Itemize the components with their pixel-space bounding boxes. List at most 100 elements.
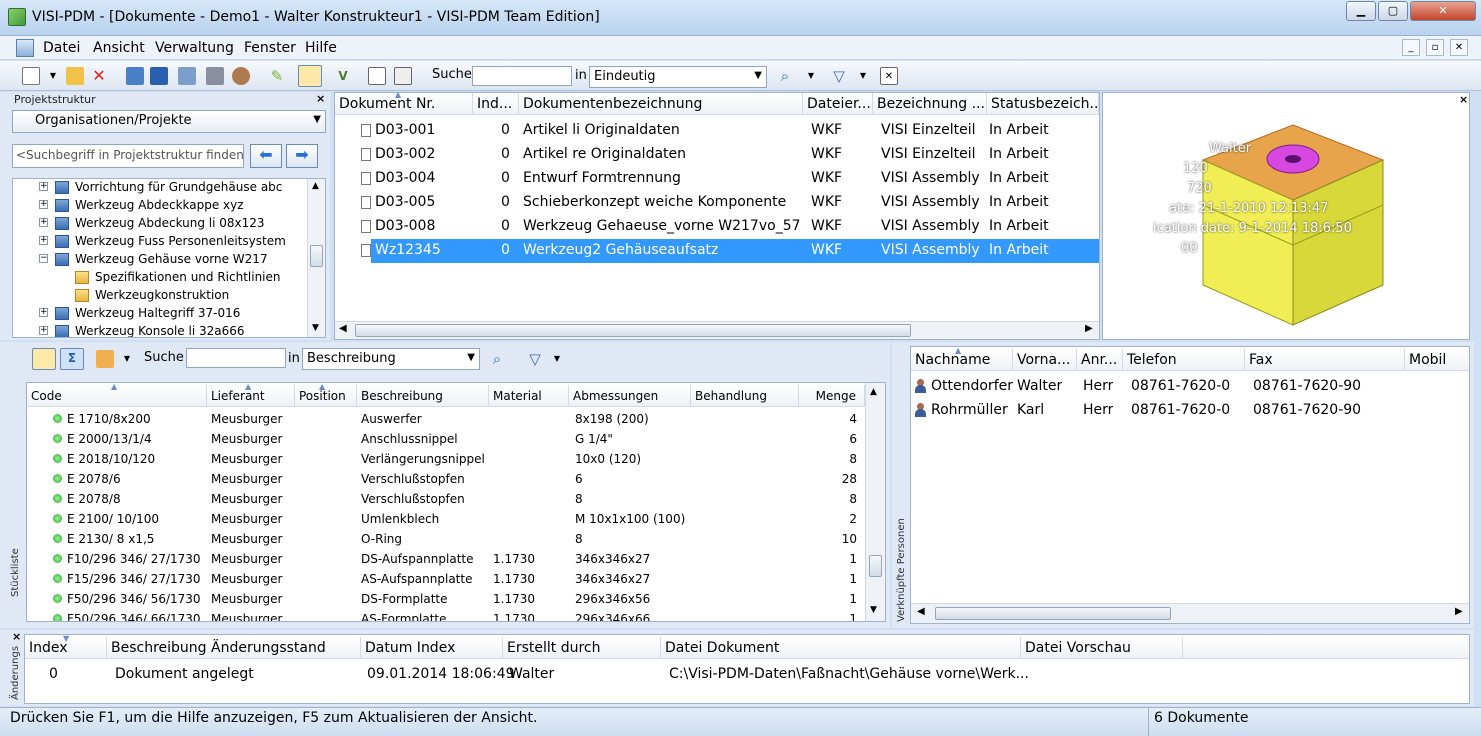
tree-structure-icon[interactable] <box>32 348 56 370</box>
tree-vertical-scrollbar[interactable]: ▲ ▼ <box>307 179 325 337</box>
tree-item[interactable]: + Werkzeug Abdeckung li 08x123 <box>13 215 313 233</box>
persons-column-header[interactable]: Nachname <box>911 349 1013 371</box>
bom-row[interactable]: E 2130/ 8 x1,5 Meusburger O-Ring 8 10 <box>27 529 865 549</box>
scroll-up-icon[interactable]: ▲ <box>870 387 877 397</box>
tree-expander-icon[interactable]: + <box>39 236 48 245</box>
persons-horizontal-scrollbar[interactable]: ◀ ▶ <box>911 603 1469 623</box>
next-arrow-icon[interactable]: ➡ <box>286 144 318 168</box>
scrollbar-thumb[interactable] <box>310 245 323 267</box>
document-row[interactable]: D03-004 0 Entwurf Formtrennung WKF VISI Asse… <box>335 167 1099 191</box>
document-row[interactable]: D03-005 0 Schieberkonzept weiche Komponent… <box>335 191 1099 215</box>
document-row[interactable]: D03-008 0 Werkzeug Gehaeuse_vorne W217vo_5… <box>335 215 1099 239</box>
tree-item[interactable]: + Werkzeug Fuss Personenleitsystem <box>13 233 313 251</box>
menu-ansicht[interactable]: Ansicht <box>93 40 145 56</box>
tree-expander-icon[interactable]: + <box>39 308 48 317</box>
report-options-arrow-icon[interactable]: ▼ <box>118 350 136 368</box>
scrollbar-thumb[interactable] <box>935 607 1171 620</box>
changes-column-header[interactable]: Erstellt durch <box>503 637 661 659</box>
scroll-up-icon[interactable]: ▲ <box>312 181 319 191</box>
documents-column-header[interactable]: Ind... <box>473 93 519 115</box>
changes-column-header[interactable]: Datei Dokument <box>661 637 1021 659</box>
bom-column-header[interactable]: Position <box>295 385 357 407</box>
bom-row[interactable]: F50/296 346/ 56/1730 Meusburger DS-Formpla… <box>27 589 865 609</box>
tree-expander-icon[interactable]: + <box>39 200 48 209</box>
maximize-button[interactable]: ▢ <box>1378 1 1408 21</box>
bom-row[interactable]: E 2078/6 Meusburger Verschlußstopfen 6 28 <box>27 469 865 489</box>
tree-search-input[interactable]: <Suchbegriff in Projektstruktur finden> <box>12 144 244 168</box>
organisation-select[interactable]: Organisationen/Projekte ▼ <box>12 110 326 133</box>
delete-icon[interactable]: ✕ <box>90 67 108 85</box>
bom-vertical-scrollbar[interactable]: ▲ ▼ <box>865 383 885 621</box>
check-icon[interactable]: V <box>334 67 352 85</box>
export-icon[interactable] <box>368 67 386 85</box>
import-icon[interactable] <box>394 67 412 85</box>
tree-expander-icon[interactable]: + <box>39 326 48 335</box>
open-folder-icon[interactable] <box>66 67 84 85</box>
persons-column-header[interactable]: Telefon <box>1123 349 1245 371</box>
scrollbar-thumb[interactable] <box>355 324 911 337</box>
persons-column-header[interactable]: Fax <box>1245 349 1405 371</box>
scroll-right-icon[interactable]: ▶ <box>1085 323 1093 334</box>
search-input[interactable] <box>472 66 572 86</box>
bom-row[interactable]: E 2100/ 10/100 Meusburger Umlenkblech M 10x… <box>27 509 865 529</box>
bom-row[interactable]: E 2018/10/120 Meusburger Verlängerungsnipp… <box>27 449 865 469</box>
tree-expander-icon[interactable]: + <box>39 182 48 191</box>
bom-row[interactable]: F50/296 346/ 66/1730 Meusburger AS-Formpla… <box>27 609 865 621</box>
persons-column-header[interactable]: Vorna... <box>1013 349 1077 371</box>
menu-hilfe[interactable]: Hilfe <box>305 40 337 56</box>
mdi-restore-button[interactable]: ▫ <box>1426 39 1444 56</box>
bom-column-header[interactable]: Beschreibung <box>357 385 489 407</box>
tree-item[interactable]: + Werkzeug Abdeckkappe xyz <box>13 197 313 215</box>
tree-view-toggle-icon[interactable] <box>298 65 322 87</box>
tree-item[interactable]: + Vorrichtung für Grundgehäuse abc <box>13 179 313 197</box>
bom-column-header[interactable]: Material <box>489 385 569 407</box>
document-row[interactable]: D03-001 0 Artikel li Originaldaten WKF VISI … <box>335 119 1099 143</box>
search-options-arrow-icon[interactable]: ▼ <box>802 67 820 85</box>
filter-icon[interactable]: ▽ <box>830 67 848 85</box>
users-icon[interactable] <box>232 67 250 85</box>
document-row[interactable]: Wz12345 0 Werkzeug2 Gehäuseaufsatz WKF VISI … <box>361 239 1099 263</box>
form-icon[interactable] <box>178 67 196 85</box>
bom-filter-icon[interactable]: ▽ <box>526 350 544 368</box>
search-scope-select[interactable]: Eindeutig ▼ <box>589 66 767 88</box>
sum-icon[interactable]: Σ <box>60 348 84 370</box>
tree-expander-icon[interactable]: + <box>39 218 48 227</box>
report-icon[interactable] <box>96 350 114 368</box>
change-row[interactable]: 0 Dokument angelegt 09.01.2014 18:06:49 Wal… <box>25 663 1469 687</box>
bom-row[interactable]: E 1710/8x200 Meusburger Auswerfer 8x198 (20… <box>27 409 865 429</box>
scroll-right-icon[interactable]: ▶ <box>1455 606 1463 617</box>
menu-datei[interactable]: Datei <box>43 40 80 56</box>
bom-filter-arrow-icon[interactable]: ▼ <box>548 350 566 368</box>
bom-column-header[interactable]: Behandlung <box>691 385 799 407</box>
tree-item[interactable]: Werkzeugkonstruktion <box>13 287 313 305</box>
document-row[interactable]: D03-002 0 Artikel re Originaldaten WKF VISI … <box>335 143 1099 167</box>
changes-column-header[interactable]: Beschreibung Änderungsstand <box>107 637 361 659</box>
changes-column-header[interactable]: Datum Index <box>361 637 503 659</box>
clear-filter-icon[interactable]: ✕ <box>880 67 898 85</box>
minimize-button[interactable]: ▁ <box>1346 1 1376 21</box>
documents-horizontal-scrollbar[interactable]: ◀ ▶ <box>335 321 1099 339</box>
bom-search-input[interactable] <box>186 348 286 368</box>
project-tree-close-icon[interactable]: × <box>316 92 325 105</box>
menu-fenster[interactable]: Fenster <box>244 40 296 56</box>
book-icon[interactable] <box>150 67 168 85</box>
documents-column-header[interactable]: Statusbezeich... <box>987 93 1099 115</box>
tree-item[interactable]: + Werkzeug Konsole li 32a666 <box>13 323 313 337</box>
bom-row[interactable]: F10/296 346/ 27/1730 Meusburger DS-Aufspan… <box>27 549 865 569</box>
scroll-down-icon[interactable]: ▼ <box>312 323 319 333</box>
tree-item[interactable]: + Werkzeug Haltegriff 37-016 <box>13 305 313 323</box>
tree-item[interactable]: − Werkzeug Gehäuse vorne W217 <box>13 251 313 269</box>
close-button[interactable]: ✕ <box>1410 1 1476 21</box>
bom-scope-select[interactable]: Beschreibung ▼ <box>302 348 480 370</box>
changes-close-icon[interactable]: × <box>12 630 21 643</box>
person-row[interactable]: Ottendorfer Walter Herr 08761-7620-0 08761-7… <box>911 375 1467 399</box>
filter-options-arrow-icon[interactable]: ▼ <box>854 67 872 85</box>
persons-column-header[interactable]: Mobil <box>1405 349 1469 371</box>
new-document-icon[interactable] <box>22 67 40 85</box>
scrollbar-thumb[interactable] <box>869 555 882 577</box>
printer-icon[interactable] <box>206 67 224 85</box>
mdi-close-button[interactable]: ✕ <box>1450 39 1468 56</box>
scroll-left-icon[interactable]: ◀ <box>339 323 347 334</box>
pin-icon[interactable]: ✎ <box>268 67 286 85</box>
bom-row[interactable]: F15/296 346/ 27/1730 Meusburger AS-Aufspan… <box>27 569 865 589</box>
